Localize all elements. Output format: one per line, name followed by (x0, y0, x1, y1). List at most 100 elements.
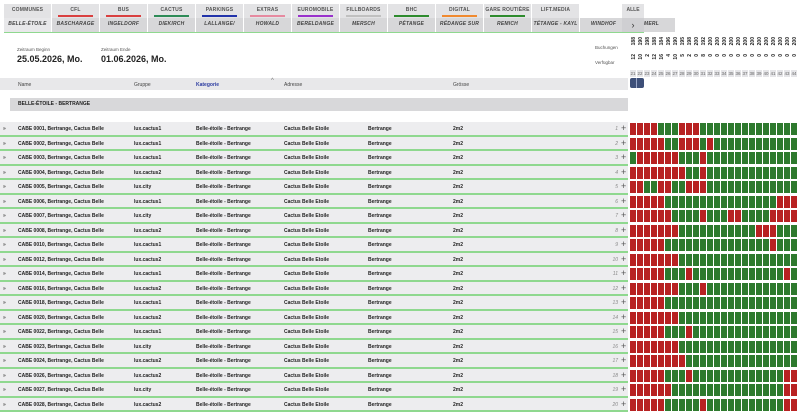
free-cell[interactable] (693, 369, 700, 382)
free-cell[interactable] (728, 311, 735, 324)
free-cell[interactable] (693, 224, 700, 237)
booked-cell[interactable] (658, 398, 665, 411)
table-row[interactable]: » CABE 0022, Bertrange, Cactus Belle lux.c… (0, 325, 800, 340)
free-cell[interactable] (777, 239, 784, 251)
location-tab-9[interactable]: RÉDANGE SUR (436, 18, 483, 32)
booked-cell[interactable] (728, 210, 735, 222)
booked-cell[interactable] (630, 181, 637, 193)
free-cell[interactable] (672, 123, 679, 135)
free-cell[interactable] (763, 253, 770, 266)
add-icon[interactable]: + (621, 384, 626, 394)
free-cell[interactable] (763, 340, 770, 353)
free-cell[interactable] (763, 369, 770, 382)
tab-2[interactable]: BUS (100, 4, 147, 18)
location-tab-8[interactable]: PÉTANGE (388, 18, 435, 32)
booked-cell[interactable] (784, 384, 791, 396)
booked-cell[interactable] (651, 137, 658, 150)
free-cell[interactable] (777, 326, 784, 338)
free-cell[interactable] (763, 282, 770, 295)
week-number[interactable]: 41 (770, 70, 777, 77)
free-cell[interactable] (707, 369, 714, 382)
free-cell[interactable] (756, 297, 763, 309)
booked-cell[interactable] (651, 297, 658, 309)
tab-5[interactable]: EXTRAS (244, 4, 291, 18)
free-cell[interactable] (721, 311, 728, 324)
free-cell[interactable] (770, 268, 777, 280)
booked-cell[interactable] (791, 195, 798, 208)
free-cell[interactable] (763, 355, 770, 367)
booked-cell[interactable] (665, 340, 672, 353)
location-tab-1[interactable]: BASCHARAGE (52, 18, 99, 32)
booked-cell[interactable] (637, 166, 644, 179)
free-cell[interactable] (714, 137, 721, 150)
free-cell[interactable] (784, 137, 791, 150)
free-cell[interactable] (763, 398, 770, 411)
free-cell[interactable] (763, 326, 770, 338)
booked-cell[interactable] (651, 166, 658, 179)
free-cell[interactable] (770, 369, 777, 382)
free-cell[interactable] (770, 384, 777, 396)
free-cell[interactable] (686, 340, 693, 353)
location-tab-11[interactable]: TÉTANGE - KAYL (532, 18, 579, 32)
booked-cell[interactable] (644, 297, 651, 309)
add-icon[interactable]: + (621, 225, 626, 235)
booked-cell[interactable] (791, 384, 798, 396)
add-icon[interactable]: + (621, 341, 626, 351)
free-cell[interactable] (686, 224, 693, 237)
table-row[interactable]: » CABE 0016, Bertrange, Cactus Belle lux.c… (0, 281, 800, 296)
free-cell[interactable] (763, 181, 770, 193)
free-cell[interactable] (672, 384, 679, 396)
expand-icon[interactable]: » (3, 387, 6, 393)
free-cell[interactable] (665, 398, 672, 411)
week-column[interactable]: 200 0 44 (791, 30, 798, 78)
free-cell[interactable] (693, 268, 700, 280)
free-cell[interactable] (742, 224, 749, 237)
week-number[interactable]: 44 (791, 70, 798, 77)
free-cell[interactable] (770, 253, 777, 266)
booked-cell[interactable] (644, 355, 651, 367)
booked-cell[interactable] (637, 268, 644, 280)
free-cell[interactable] (742, 253, 749, 266)
booked-cell[interactable] (763, 224, 770, 237)
free-cell[interactable] (791, 282, 798, 295)
free-cell[interactable] (749, 224, 756, 237)
free-cell[interactable] (728, 239, 735, 251)
week-column[interactable]: 195 5 28 (679, 30, 686, 78)
booked-cell[interactable] (651, 326, 658, 338)
free-cell[interactable] (721, 282, 728, 295)
free-cell[interactable] (686, 195, 693, 208)
free-cell[interactable] (728, 297, 735, 309)
free-cell[interactable] (756, 355, 763, 367)
booked-cell[interactable] (658, 384, 665, 396)
booked-cell[interactable] (658, 239, 665, 251)
free-cell[interactable] (756, 166, 763, 179)
free-cell[interactable] (735, 123, 742, 135)
free-cell[interactable] (721, 297, 728, 309)
free-cell[interactable] (700, 311, 707, 324)
booked-cell[interactable] (672, 311, 679, 324)
free-cell[interactable] (714, 297, 721, 309)
free-cell[interactable] (707, 268, 714, 280)
free-cell[interactable] (721, 152, 728, 164)
free-cell[interactable] (742, 239, 749, 251)
free-cell[interactable] (756, 210, 763, 222)
free-cell[interactable] (742, 384, 749, 396)
week-number[interactable]: 28 (679, 70, 686, 77)
booked-cell[interactable] (651, 268, 658, 280)
free-cell[interactable] (693, 152, 700, 164)
booked-cell[interactable] (644, 195, 651, 208)
free-cell[interactable] (630, 152, 637, 164)
free-cell[interactable] (679, 340, 686, 353)
expand-icon[interactable]: » (3, 228, 6, 234)
free-cell[interactable] (728, 355, 735, 367)
tab-6[interactable]: EUROMOBILE (292, 4, 339, 18)
free-cell[interactable] (693, 355, 700, 367)
table-row[interactable]: » CABE 0010, Bertrange, Cactus Belle lux.c… (0, 238, 800, 253)
free-cell[interactable] (714, 311, 721, 324)
add-icon[interactable]: + (621, 196, 626, 206)
booked-cell[interactable] (665, 210, 672, 222)
free-cell[interactable] (777, 369, 784, 382)
table-row[interactable]: » CABE 0012, Bertrange, Cactus Belle lux.c… (0, 252, 800, 267)
week-column[interactable]: 200 0 38 (749, 30, 756, 78)
booked-cell[interactable] (658, 210, 665, 222)
